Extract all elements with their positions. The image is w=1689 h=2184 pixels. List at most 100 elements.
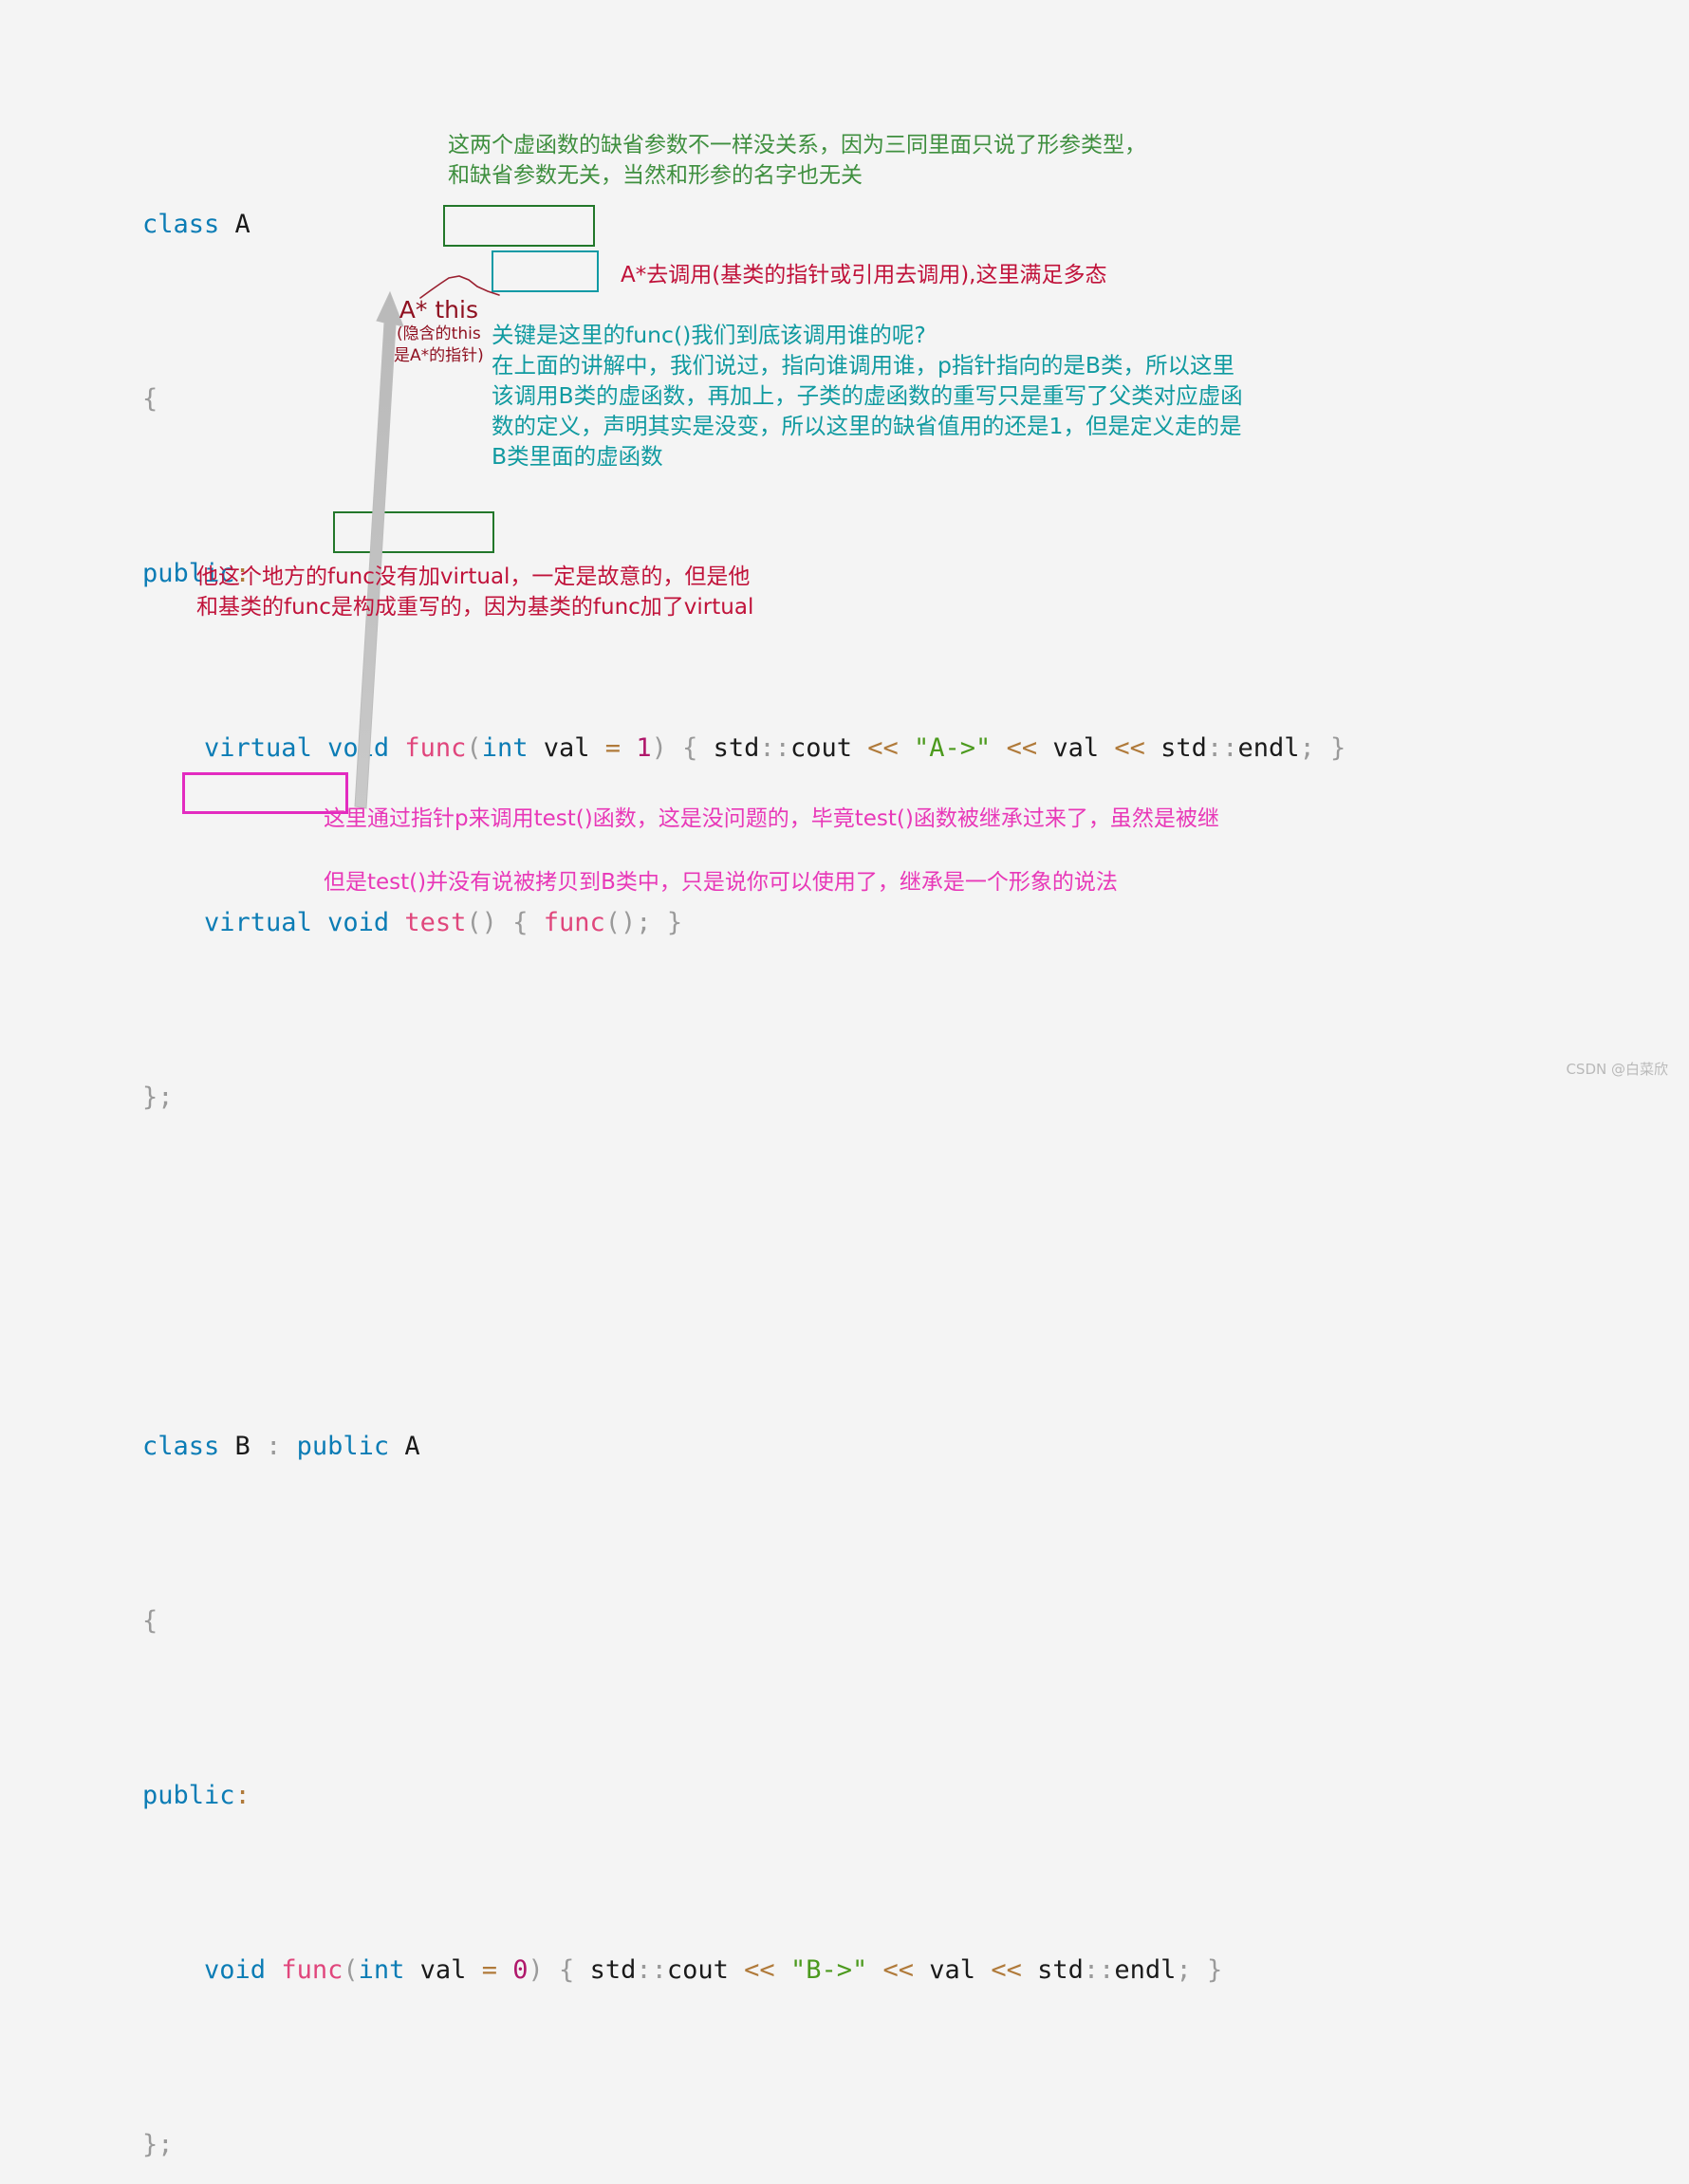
token-paren-close-b: ) xyxy=(528,1955,544,1985)
annotation-green-note-line2-wrap: 和缺省参数无关，当然和形参的名字也无关 xyxy=(448,159,863,192)
annotation-teal-line2: 在上面的讲解中，我们说过，指向谁调用谁，p指针指向的是B类，所以这里 xyxy=(492,349,1234,382)
token-base-a: A xyxy=(404,1432,420,1461)
code-line-virtual-func-a: virtual void func(int val = 1) { std::co… xyxy=(142,727,1471,770)
token-string-b: "B->" xyxy=(789,1955,868,1985)
annotation-pink-text2: 但是test()并没有说被拷贝到B类中，只是说你可以使用了，继承是一个形象的说法 xyxy=(324,870,1118,895)
code-line-class-b: class B : public A xyxy=(142,1425,1471,1469)
annotation-this-line2: (隐含的this xyxy=(397,324,481,343)
token-number-one: 1 xyxy=(636,733,652,763)
token-paren-open: ( xyxy=(466,733,482,763)
token-body-close-2: } xyxy=(666,908,683,937)
token-param-val-b: val xyxy=(419,1955,467,1985)
watermark-text: CSDN @白菜欣 xyxy=(1566,1061,1668,1078)
token-string-a: "A->" xyxy=(914,733,992,763)
token-body-open-2: { xyxy=(512,908,529,937)
annotation-pink-line1: 这里通过指针p来调用test()函数，这是没问题的，毕竟test()函数被继承过… xyxy=(324,803,1219,835)
token-scope-b: :: xyxy=(636,1955,667,1985)
token-paren-close: ) xyxy=(651,733,667,763)
token-shift-b3: << xyxy=(991,1955,1022,1985)
token-keyword-void-3: void xyxy=(204,1955,267,1985)
token-brace-open: { xyxy=(142,384,158,414)
token-scope-b2: :: xyxy=(1083,1955,1115,1985)
token-cout: cout xyxy=(789,733,852,763)
token-val-use: val xyxy=(1052,733,1100,763)
code-line-open-brace-b: { xyxy=(142,1600,1471,1643)
token-keyword-class: class xyxy=(142,210,220,239)
token-function-func: func xyxy=(404,733,467,763)
annotation-green-note: 这两个虚函数的缺省参数不一样没关系，因为三同里面只说了形参类型， xyxy=(448,129,1146,161)
token-body-open-b: { xyxy=(559,1955,575,1985)
annotation-teal-text1: 关键是这里的func()我们到底该调用谁的呢? xyxy=(492,322,926,348)
token-keyword-void: void xyxy=(327,733,390,763)
token-shift-3: << xyxy=(1114,733,1145,763)
annotation-red-call-text: A*去调用(基类的指针或引用去调用),这里满足多态 xyxy=(621,263,1107,287)
token-paren-open-b: ( xyxy=(343,1955,359,1985)
annotation-pink-text1: 这里通过指针p来调用test()函数，这是没问题的，毕竟test()函数被继承过… xyxy=(324,806,1219,831)
code-line-func-b: void func(int val = 0) { std::cout << "B… xyxy=(142,1949,1471,1992)
annotation-this-line1: A* this xyxy=(399,296,478,324)
token-body-close: } xyxy=(1330,733,1346,763)
code-line-virtual-test-a: virtual void test() { func(); } xyxy=(142,901,1471,945)
token-param-val: val xyxy=(543,733,590,763)
annotation-this-pointer: A* this (隐含的this 是A*的指针) xyxy=(394,297,484,367)
highlight-func-param-box-a xyxy=(443,205,595,247)
token-shift: << xyxy=(867,733,899,763)
highlight-func-param-box-b xyxy=(333,511,494,553)
token-scope: :: xyxy=(759,733,790,763)
annotation-this-line3: 是A*的指针) xyxy=(394,346,484,365)
annotation-red-virtual-text1: 他这个地方的func没有加virtual，一定是故意的，但是他 xyxy=(196,565,751,589)
token-keyword-int-b: int xyxy=(358,1955,405,1985)
annotation-teal-line4: 数的定义，声明其实是没变，所以这里的缺省值用的还是1，但是定义走的是 xyxy=(492,410,1241,443)
token-cout-b: cout xyxy=(666,1955,729,1985)
token-call-func: func xyxy=(543,908,605,937)
token-scope-2: :: xyxy=(1206,733,1238,763)
token-val-use-b: val xyxy=(929,1955,976,1985)
code-line-public-b: public: xyxy=(142,1774,1471,1818)
annotation-teal-line5: B类里面的虚函数 xyxy=(492,440,663,473)
token-call-parens: (); xyxy=(604,908,652,937)
token-endl-b: endl xyxy=(1114,1955,1177,1985)
annotation-red-virtual-line1: 他这个地方的func没有加virtual，一定是故意的，但是他 xyxy=(196,561,750,593)
token-keyword-public-inherit: public xyxy=(296,1432,390,1461)
token-keyword-virtual-2: virtual xyxy=(204,908,312,937)
token-shift-b2: << xyxy=(882,1955,915,1985)
token-shift-2: << xyxy=(1006,733,1038,763)
token-semicolon: ; xyxy=(1299,733,1315,763)
annotation-red-virtual-line2: 和基类的func是构成重写的，因为基类的func加了virtual xyxy=(196,591,753,623)
token-colon-inherit: : xyxy=(266,1432,282,1461)
annotation-teal-text4: 数的定义，声明其实是没变，所以这里的缺省值用的还是1，但是定义走的是 xyxy=(492,413,1242,439)
token-endl: endl xyxy=(1237,733,1300,763)
token-type-a: A xyxy=(234,210,251,239)
annotation-green-line2: 和缺省参数无关，当然和形参的名字也无关 xyxy=(448,163,863,188)
token-function-test: test xyxy=(404,908,467,937)
token-operator-assign-b: = xyxy=(481,1955,497,1985)
token-parens-test: () xyxy=(466,908,497,937)
code-line-class-a: class A xyxy=(142,203,1471,247)
code-line-blank-1 xyxy=(142,1250,1471,1294)
token-type-b: B xyxy=(234,1432,251,1461)
token-std: std xyxy=(713,733,760,763)
token-std-b: std xyxy=(589,1955,637,1985)
token-std-b2: std xyxy=(1037,1955,1084,1985)
annotation-teal-text3: 该调用B类的虚函数，再加上，子类的虚函数的重写只是重写了父类对应虚函 xyxy=(492,382,1243,409)
token-function-func-b: func xyxy=(281,1955,343,1985)
token-keyword-int: int xyxy=(481,733,529,763)
token-end-class-b: }; xyxy=(142,2130,174,2159)
token-brace-open-b: { xyxy=(142,1606,158,1636)
token-body-open: { xyxy=(682,733,698,763)
token-end-class-a: }; xyxy=(142,1083,174,1112)
annotation-teal-text5: B类里面的虚函数 xyxy=(492,443,663,470)
highlight-func-call-box xyxy=(492,250,599,292)
annotation-pink-line2: 但是test()并没有说被拷贝到B类中，只是说你可以使用了，继承是一个形象的说法 xyxy=(324,866,1118,898)
token-number-zero: 0 xyxy=(512,1955,529,1985)
token-colon-2: : xyxy=(234,1781,251,1810)
annotation-teal-line3: 该调用B类的虚函数，再加上，子类的虚函数的重写只是重写了父类对应虚函 xyxy=(492,379,1243,413)
code-line-end-class-a: }; xyxy=(142,1076,1471,1120)
token-operator-assign: = xyxy=(604,733,622,763)
token-shift-b1: << xyxy=(744,1955,775,1985)
token-keyword-class-2: class xyxy=(142,1432,220,1461)
token-keyword-virtual: virtual xyxy=(204,733,312,763)
annotation-red-call-note: A*去调用(基类的指针或引用去调用),这里满足多态 xyxy=(621,259,1107,291)
annotation-teal-text2: 在上面的讲解中，我们说过，指向谁调用谁，p指针指向的是B类，所以这里 xyxy=(492,352,1235,379)
code-annotation-page: { "page": { "background": "#f4f4f4", "wa… xyxy=(0,0,1689,2159)
